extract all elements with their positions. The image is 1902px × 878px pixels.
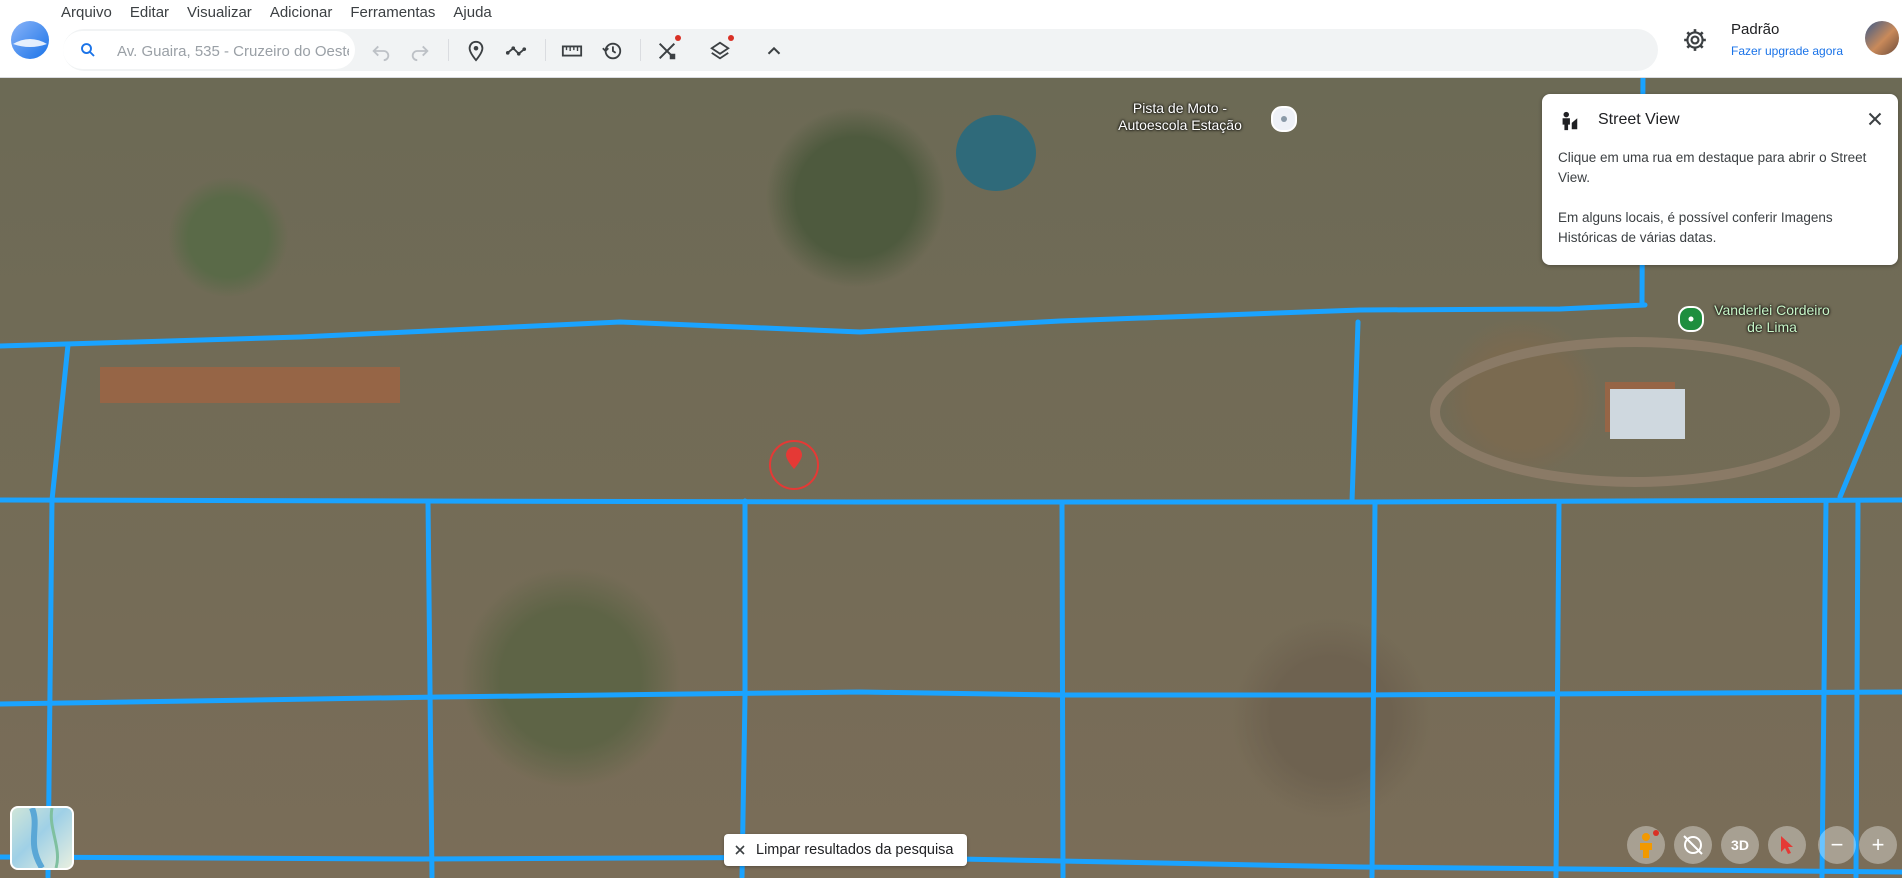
upgrade-link[interactable]: Fazer upgrade agora (1731, 43, 1843, 59)
notification-dot (675, 35, 681, 41)
pegman-button[interactable] (1627, 826, 1665, 864)
satellite-tools-icon (658, 42, 676, 60)
clear-search-label: Limpar resultados da pesquisa (756, 842, 954, 858)
search-input[interactable] (115, 39, 351, 63)
add-placemark-button[interactable] (463, 38, 489, 64)
divider (545, 39, 546, 61)
search-box (63, 31, 355, 69)
notification-dot (728, 35, 734, 41)
redo-icon (411, 45, 429, 62)
menu-ajuda[interactable]: Ajuda (453, 4, 501, 22)
app-header: Arquivo Editar Visualizar Adicionar Ferr… (0, 0, 1902, 78)
street-view-text-2: Em alguns locais, é possível conferir Im… (1558, 210, 1833, 245)
undo-button[interactable] (368, 38, 394, 64)
compass-button[interactable] (1674, 826, 1712, 864)
chevron-up-icon (767, 46, 781, 55)
satellite-tools-button[interactable] (654, 35, 681, 64)
street-view-icon (1562, 111, 1578, 131)
menu-adicionar[interactable]: Adicionar (270, 4, 343, 22)
pegman-icon (1640, 833, 1652, 858)
street-view-title: Street View (1598, 111, 1680, 128)
place-label-moto[interactable]: Pista de Moto - Autoescola Estação (1100, 100, 1260, 134)
profile-name: Padrão (1731, 21, 1780, 38)
minimap[interactable] (10, 806, 74, 870)
menu-arquivo[interactable]: Arquivo (61, 4, 122, 22)
search-result-pin-icon (786, 447, 802, 469)
street-view-text-1: Clique em uma rua em destaque para abrir… (1558, 150, 1867, 185)
layers-button[interactable] (707, 35, 734, 64)
zoom-out-button[interactable]: − (1818, 826, 1856, 864)
menu-visualizar[interactable]: Visualizar (187, 4, 262, 22)
cursor-button[interactable] (1768, 826, 1806, 864)
close-icon[interactable] (1864, 108, 1886, 130)
path-icon (505, 46, 527, 56)
undo-icon (372, 45, 390, 62)
history-icon (602, 42, 622, 60)
toolbar (63, 29, 1658, 71)
street-view-card: Street View Clique em uma rua em destaqu… (1542, 94, 1898, 265)
earth-logo-icon[interactable] (10, 20, 50, 60)
place-marker-icon[interactable] (1271, 106, 1297, 132)
menu-bar: Arquivo Editar Visualizar Adicionar Ferr… (61, 4, 510, 22)
notification-dot (1653, 830, 1659, 836)
collapse-toolbar-button[interactable] (761, 38, 787, 64)
clear-search-results-button[interactable]: Limpar resultados da pesquisa (724, 834, 968, 866)
placemark-icon (468, 40, 484, 62)
menu-ferramentas[interactable]: Ferramentas (350, 4, 445, 22)
compass-icon (1683, 835, 1703, 855)
redo-button[interactable] (407, 38, 433, 64)
gear-icon[interactable] (1682, 27, 1708, 53)
divider (640, 39, 641, 61)
add-path-button[interactable] (503, 38, 529, 64)
zoom-in-button[interactable]: + (1859, 826, 1897, 864)
place-label-vanderlei[interactable]: Vanderlei Cordeiro de Lima (1712, 302, 1832, 336)
menu-editar[interactable]: Editar (130, 4, 179, 22)
divider (448, 39, 449, 61)
measure-button[interactable] (559, 38, 585, 64)
park-marker-icon[interactable] (1678, 306, 1704, 332)
search-icon[interactable] (79, 41, 97, 59)
layers-icon (710, 41, 730, 60)
ruler-icon (561, 45, 583, 57)
cursor-icon (1781, 836, 1793, 854)
close-icon (735, 845, 745, 855)
profile-info: Padrão Fazer upgrade agora (1731, 21, 1843, 59)
history-button[interactable] (599, 38, 625, 64)
avatar[interactable] (1865, 21, 1899, 55)
toggle-3d-button[interactable]: 3D (1721, 826, 1759, 864)
